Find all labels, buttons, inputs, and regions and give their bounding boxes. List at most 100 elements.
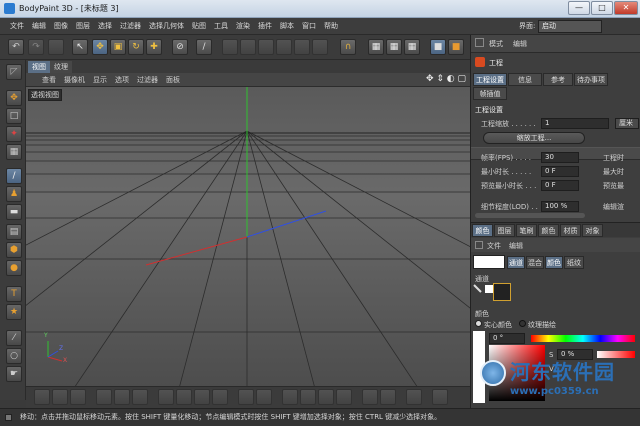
texture-view-icon[interactable] xyxy=(294,39,310,55)
render-region-icon[interactable] xyxy=(222,39,238,55)
rect-select-icon[interactable]: □ xyxy=(6,108,22,124)
min-time-input[interactable]: 0 F xyxy=(541,166,579,177)
bottom-tool-14-icon[interactable] xyxy=(300,389,316,405)
preview-min-input[interactable]: 0 F xyxy=(541,180,579,191)
checker-icon-1[interactable]: ▦ xyxy=(368,39,384,55)
tab-layers[interactable]: 图层 xyxy=(494,224,515,237)
tab-reference[interactable]: 参考 xyxy=(543,73,573,86)
render-picture-icon[interactable] xyxy=(258,39,274,55)
tab-info[interactable]: 信息 xyxy=(508,73,542,86)
tab-texture[interactable]: 纹理 xyxy=(50,61,72,73)
mode-channel-button[interactable]: 通道 xyxy=(507,256,525,269)
rotate-icon[interactable]: ↻ xyxy=(128,39,144,55)
fill-bucket-icon[interactable]: ⬢ xyxy=(6,242,22,258)
vp-menu-filter[interactable]: 过滤器 xyxy=(133,73,162,87)
bottom-tool-11-icon[interactable] xyxy=(238,389,254,405)
vp-menu-camera[interactable]: 摄像机 xyxy=(60,73,89,87)
tab-frame-interp[interactable]: 帧插值 xyxy=(473,87,507,100)
menu-tools[interactable]: 工具 xyxy=(210,18,232,35)
transform-icon[interactable]: ✚ xyxy=(146,39,162,55)
bottom-tool-12-icon[interactable] xyxy=(256,389,272,405)
layout-dropdown[interactable]: 启动 xyxy=(538,20,602,33)
stamp-icon[interactable]: ♟ xyxy=(6,186,22,202)
menu-edit[interactable]: 编辑 xyxy=(28,18,50,35)
move-icon[interactable]: ✥ xyxy=(92,39,108,55)
bottom-tool-8-icon[interactable] xyxy=(176,389,192,405)
tab-brush[interactable]: 笔刷 xyxy=(516,224,537,237)
attr-menu-mode[interactable]: 模式 xyxy=(489,39,503,49)
color-swatch[interactable] xyxy=(473,255,505,269)
vp-menu-options[interactable]: 选项 xyxy=(111,73,133,87)
tab-project-settings[interactable]: 工程设置 xyxy=(473,73,507,86)
tab-object[interactable]: 对象 xyxy=(582,224,603,237)
bottom-tool-1-icon[interactable] xyxy=(34,389,50,405)
color-menu-file[interactable]: 文件 xyxy=(487,241,501,251)
channel-white-swatch[interactable] xyxy=(485,285,493,293)
attr-menu-edit[interactable]: 编辑 xyxy=(513,39,527,49)
scale-project-button[interactable]: 缩放工程... xyxy=(483,132,585,144)
menu-window[interactable]: 窗口 xyxy=(298,18,320,35)
star-shape-icon[interactable]: ★ xyxy=(6,304,22,320)
vp-menu-display[interactable]: 显示 xyxy=(89,73,111,87)
bottom-tool-15-icon[interactable] xyxy=(318,389,334,405)
scale-input[interactable]: 1 xyxy=(541,118,609,129)
paint-3d-icon[interactable]: / xyxy=(196,39,212,55)
solid-color-radio[interactable] xyxy=(475,320,482,327)
brush-tool-icon[interactable]: / xyxy=(6,168,22,184)
live-select-icon[interactable] xyxy=(48,39,64,55)
menu-render[interactable]: 渲染 xyxy=(232,18,254,35)
hue-input[interactable]: 0 ° xyxy=(489,333,525,344)
checker-icon-2[interactable]: ▦ xyxy=(386,39,402,55)
magnify-icon[interactable]: ○ xyxy=(6,348,22,364)
texture-paint-radio[interactable] xyxy=(519,320,526,327)
menu-texture[interactable]: 贴图 xyxy=(188,18,210,35)
bottom-tool-17-icon[interactable] xyxy=(362,389,378,405)
vp-menu-view[interactable]: 查看 xyxy=(38,73,60,87)
mode-color-button[interactable]: 颜色 xyxy=(545,256,563,269)
perspective-viewport[interactable]: 透视视图 Y X Z xyxy=(26,87,470,400)
fps-input[interactable]: 30 xyxy=(541,152,579,163)
smudge-icon[interactable]: ● xyxy=(6,260,22,276)
menu-select-geometry[interactable]: 选择几何体 xyxy=(145,18,188,35)
color-menu-edit[interactable]: 编辑 xyxy=(509,241,523,251)
minimize-button[interactable]: — xyxy=(568,1,590,15)
render-settings-icon[interactable] xyxy=(276,39,292,55)
brush-mode-icon[interactable]: ◸ xyxy=(6,64,22,80)
bottom-tool-4-icon[interactable] xyxy=(96,389,112,405)
mode-mix-button[interactable]: 混合 xyxy=(526,256,544,269)
menu-file[interactable]: 文件 xyxy=(6,18,28,35)
tab-color-2[interactable]: 颜色 xyxy=(538,224,559,237)
horizontal-scrollbar[interactable] xyxy=(475,213,585,218)
close-button[interactable]: ✕ xyxy=(614,1,638,15)
uv-icon[interactable] xyxy=(312,39,328,55)
menu-select[interactable]: 选择 xyxy=(94,18,116,35)
bottom-tool-3-icon[interactable] xyxy=(70,389,86,405)
bottom-tool-16-icon[interactable] xyxy=(336,389,352,405)
bottom-tool-20-icon[interactable] xyxy=(432,389,448,405)
render-view-icon[interactable] xyxy=(240,39,256,55)
menu-image[interactable]: 图像 xyxy=(50,18,72,35)
eyedropper-icon[interactable]: ⁄ xyxy=(6,330,22,346)
menu-layer[interactable]: 图层 xyxy=(72,18,94,35)
menu-help[interactable]: 帮助 xyxy=(320,18,342,35)
mode-paper-button[interactable]: 纸纹 xyxy=(564,256,584,269)
menu-script[interactable]: 脚本 xyxy=(276,18,298,35)
tab-view[interactable]: 视图 xyxy=(28,61,50,73)
select-arrow-icon[interactable]: ↖ xyxy=(72,39,88,55)
menu-filter[interactable]: 过滤器 xyxy=(116,18,145,35)
bottom-tool-6-icon[interactable] xyxy=(132,389,148,405)
move-tool-icon[interactable]: ✥ xyxy=(6,90,22,106)
bottom-tool-5-icon[interactable] xyxy=(114,389,130,405)
bottom-tool-10-icon[interactable] xyxy=(212,389,228,405)
redo-icon[interactable]: ↷ xyxy=(28,39,44,55)
tab-todo[interactable]: 待办事项 xyxy=(574,73,608,86)
bottom-tool-9-icon[interactable] xyxy=(194,389,210,405)
text-tool-icon[interactable]: T xyxy=(6,286,22,302)
hue-slider[interactable] xyxy=(531,335,635,342)
scale-icon[interactable]: ▣ xyxy=(110,39,126,55)
undo-icon[interactable]: ↶ xyxy=(8,39,24,55)
tab-material[interactable]: 材质 xyxy=(560,224,581,237)
bottom-tool-7-icon[interactable] xyxy=(158,389,174,405)
eraser-icon[interactable]: ▬ xyxy=(6,204,22,220)
magic-wand-icon[interactable]: ✦ xyxy=(6,126,22,142)
